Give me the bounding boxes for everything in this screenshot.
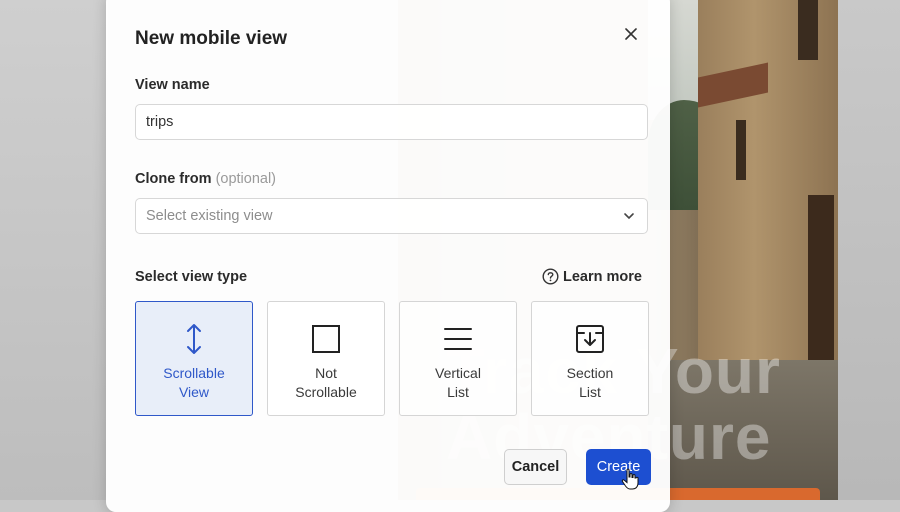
- hand-cursor-icon: [621, 468, 639, 490]
- close-button[interactable]: [620, 23, 642, 45]
- clone-from-placeholder: Select existing view: [146, 208, 273, 224]
- view-name-input[interactable]: trips: [135, 104, 648, 140]
- view-type-not-scrollable[interactable]: Not Scrollable: [267, 301, 385, 416]
- view-name-label: View name: [135, 77, 210, 93]
- learn-more-text: Learn more: [563, 268, 642, 285]
- view-type-scrollable[interactable]: Scrollable View: [135, 301, 253, 416]
- vertical-arrows-icon: [187, 324, 201, 354]
- optional-hint: (optional): [215, 171, 277, 187]
- background-right-panel: [838, 0, 900, 500]
- clone-from-select[interactable]: Select existing view: [135, 198, 648, 234]
- create-button[interactable]: Create: [586, 449, 651, 485]
- chevron-down-icon: [624, 213, 634, 220]
- background-left-panel: [0, 0, 108, 500]
- square-icon: [312, 325, 340, 353]
- section-box-icon: [576, 325, 604, 353]
- view-type-label-section-list: Section List: [566, 365, 614, 400]
- view-type-label-vertical-list: Vertical List: [435, 365, 481, 400]
- view-type-label: Select view type: [135, 269, 248, 285]
- close-icon: [625, 28, 637, 40]
- help-circle-icon: [542, 268, 559, 285]
- preview-window: [798, 0, 818, 60]
- view-type-vertical-list[interactable]: Vertical List: [399, 301, 517, 416]
- list-lines-icon: [444, 328, 472, 350]
- preview-window: [736, 120, 746, 180]
- view-type-section-list[interactable]: Section List: [531, 301, 649, 416]
- new-view-dialog: New mobile view View name trips Clone fr…: [106, 0, 670, 512]
- clone-from-label-text: Clone from: [135, 171, 212, 187]
- learn-more-link[interactable]: Learn more: [542, 268, 642, 285]
- cancel-button[interactable]: Cancel: [504, 449, 567, 485]
- dialog-title: New mobile view: [135, 28, 288, 49]
- clone-from-label: Clone from (optional): [135, 171, 276, 187]
- view-type-label-not-scrollable: Not Scrollable: [295, 365, 357, 400]
- view-type-label-scrollable: Scrollable View: [163, 365, 225, 400]
